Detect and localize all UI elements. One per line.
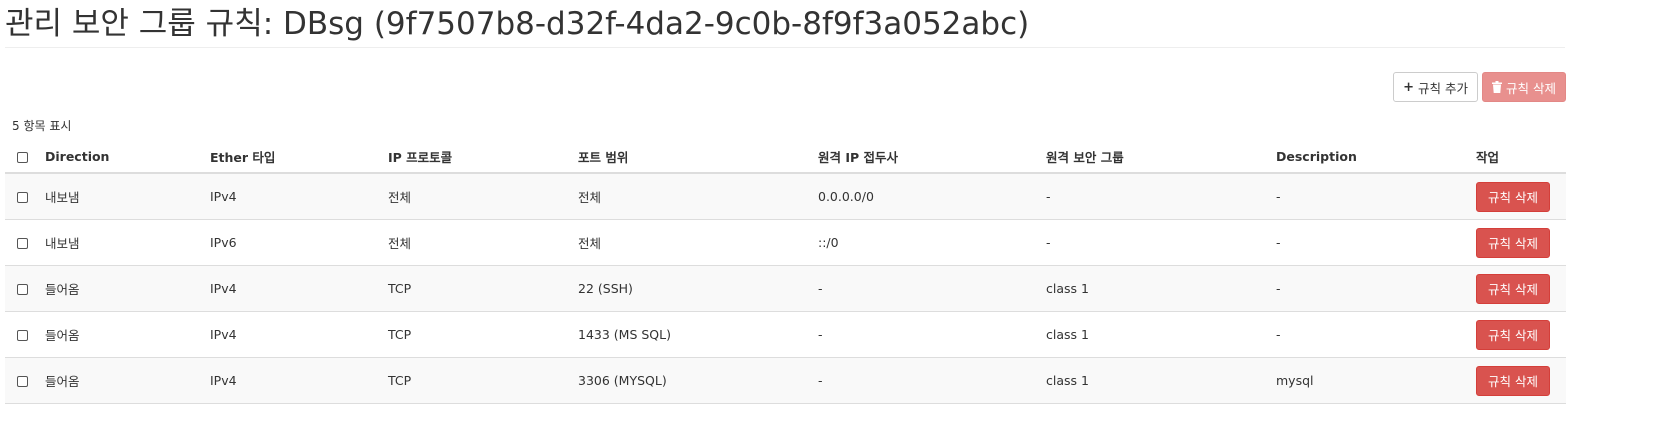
- header-remote-security-group[interactable]: 원격 보안 그룹: [1038, 140, 1268, 174]
- cell-description: -: [1268, 311, 1468, 358]
- page-title: 관리 보안 그룹 규칙: DBsg (9f7507b8-d32f-4da2-9c…: [5, 6, 1030, 42]
- header-actions: 작업: [1468, 140, 1566, 174]
- header-description[interactable]: Description: [1268, 140, 1468, 174]
- page: 관리 보안 그룹 규칙: DBsg (9f7507b8-d32f-4da2-9c…: [0, 0, 1677, 434]
- cell-actions: 규칙 삭제: [1468, 265, 1566, 312]
- cell-remote-ip-prefix: -: [810, 311, 1038, 358]
- delete-rule-button[interactable]: 규칙 삭제: [1476, 319, 1550, 350]
- delete-rule-button[interactable]: 규칙 삭제: [1476, 365, 1550, 396]
- table-toolbar: + 규칙 추가 규칙 삭제: [1393, 72, 1566, 102]
- cell-direction: 들어옴: [37, 357, 202, 404]
- cell-ip-protocol: 전체: [380, 219, 570, 266]
- cell-description: -: [1268, 173, 1468, 220]
- row-checkbox[interactable]: [17, 192, 28, 203]
- cell-description: -: [1268, 219, 1468, 266]
- table-row: 들어옴 IPv4 TCP 1433 (MS SQL) - class 1 - 규…: [5, 311, 1566, 358]
- table-row: 들어옴 IPv4 TCP 3306 (MYSQL) - class 1 mysq…: [5, 357, 1566, 404]
- add-rule-button[interactable]: + 규칙 추가: [1393, 72, 1479, 102]
- header-direction[interactable]: Direction: [37, 140, 202, 174]
- delete-rules-button[interactable]: 규칙 삭제: [1482, 72, 1566, 102]
- cell-remote-security-group: class 1: [1038, 311, 1268, 358]
- header-remote-ip-prefix[interactable]: 원격 IP 접두사: [810, 140, 1038, 174]
- cell-actions: 규칙 삭제: [1468, 219, 1566, 266]
- select-all-checkbox[interactable]: [17, 151, 28, 163]
- plus-icon: +: [1403, 79, 1415, 95]
- delete-rules-label: 규칙 삭제: [1506, 80, 1556, 96]
- item-count: 5 항목 표시: [12, 119, 72, 133]
- cell-remote-ip-prefix: ::/0: [810, 219, 1038, 266]
- cell-actions: 규칙 삭제: [1468, 357, 1566, 404]
- header-ether-type[interactable]: Ether 타입: [202, 140, 380, 174]
- cell-actions: 규칙 삭제: [1468, 173, 1566, 220]
- table-row: 내보냄 IPv6 전체 전체 ::/0 - - 규칙 삭제: [5, 219, 1566, 266]
- rules-table: Direction Ether 타입 IP 프로토콜 포트 범위 원격 IP 접…: [5, 140, 1566, 404]
- cell-ether-type: IPv4: [202, 173, 380, 220]
- cell-actions: 규칙 삭제: [1468, 311, 1566, 358]
- delete-rule-button[interactable]: 규칙 삭제: [1476, 227, 1550, 258]
- cell-direction: 내보냄: [37, 173, 202, 220]
- select-all-cell: [5, 140, 37, 174]
- table-header-row: Direction Ether 타입 IP 프로토콜 포트 범위 원격 IP 접…: [5, 140, 1566, 174]
- cell-remote-security-group: -: [1038, 173, 1268, 220]
- cell-description: -: [1268, 265, 1468, 312]
- cell-direction: 들어옴: [37, 311, 202, 358]
- cell-description: mysql: [1268, 357, 1468, 404]
- cell-remote-security-group: class 1: [1038, 357, 1268, 404]
- header-ip-protocol[interactable]: IP 프로토콜: [380, 140, 570, 174]
- cell-direction: 들어옴: [37, 265, 202, 312]
- row-checkbox[interactable]: [17, 238, 28, 249]
- cell-direction: 내보냄: [37, 219, 202, 266]
- delete-rule-button[interactable]: 규칙 삭제: [1476, 273, 1550, 304]
- cell-port-range: 22 (SSH): [570, 265, 810, 312]
- cell-port-range: 전체: [570, 219, 810, 266]
- cell-remote-security-group: -: [1038, 219, 1268, 266]
- trash-icon: [1492, 81, 1503, 93]
- cell-ip-protocol: TCP: [380, 357, 570, 404]
- row-checkbox[interactable]: [17, 330, 28, 341]
- add-rule-label: 규칙 추가: [1418, 80, 1469, 96]
- cell-remote-security-group: class 1: [1038, 265, 1268, 312]
- title-divider: [5, 47, 1565, 48]
- header-port-range[interactable]: 포트 범위: [570, 140, 810, 174]
- cell-ether-type: IPv4: [202, 265, 380, 312]
- cell-remote-ip-prefix: 0.0.0.0/0: [810, 173, 1038, 220]
- row-checkbox[interactable]: [17, 284, 28, 295]
- table-row: 내보냄 IPv4 전체 전체 0.0.0.0/0 - - 규칙 삭제: [5, 173, 1566, 220]
- cell-ether-type: IPv4: [202, 311, 380, 358]
- cell-port-range: 3306 (MYSQL): [570, 357, 810, 404]
- cell-remote-ip-prefix: -: [810, 357, 1038, 404]
- cell-ether-type: IPv6: [202, 219, 380, 266]
- cell-port-range: 전체: [570, 173, 810, 220]
- row-checkbox[interactable]: [17, 376, 28, 387]
- cell-ip-protocol: 전체: [380, 173, 570, 220]
- delete-rule-button[interactable]: 규칙 삭제: [1476, 181, 1550, 212]
- cell-ip-protocol: TCP: [380, 265, 570, 312]
- table-row: 들어옴 IPv4 TCP 22 (SSH) - class 1 - 규칙 삭제: [5, 265, 1566, 312]
- cell-ether-type: IPv4: [202, 357, 380, 404]
- cell-ip-protocol: TCP: [380, 311, 570, 358]
- cell-remote-ip-prefix: -: [810, 265, 1038, 312]
- cell-port-range: 1433 (MS SQL): [570, 311, 810, 358]
